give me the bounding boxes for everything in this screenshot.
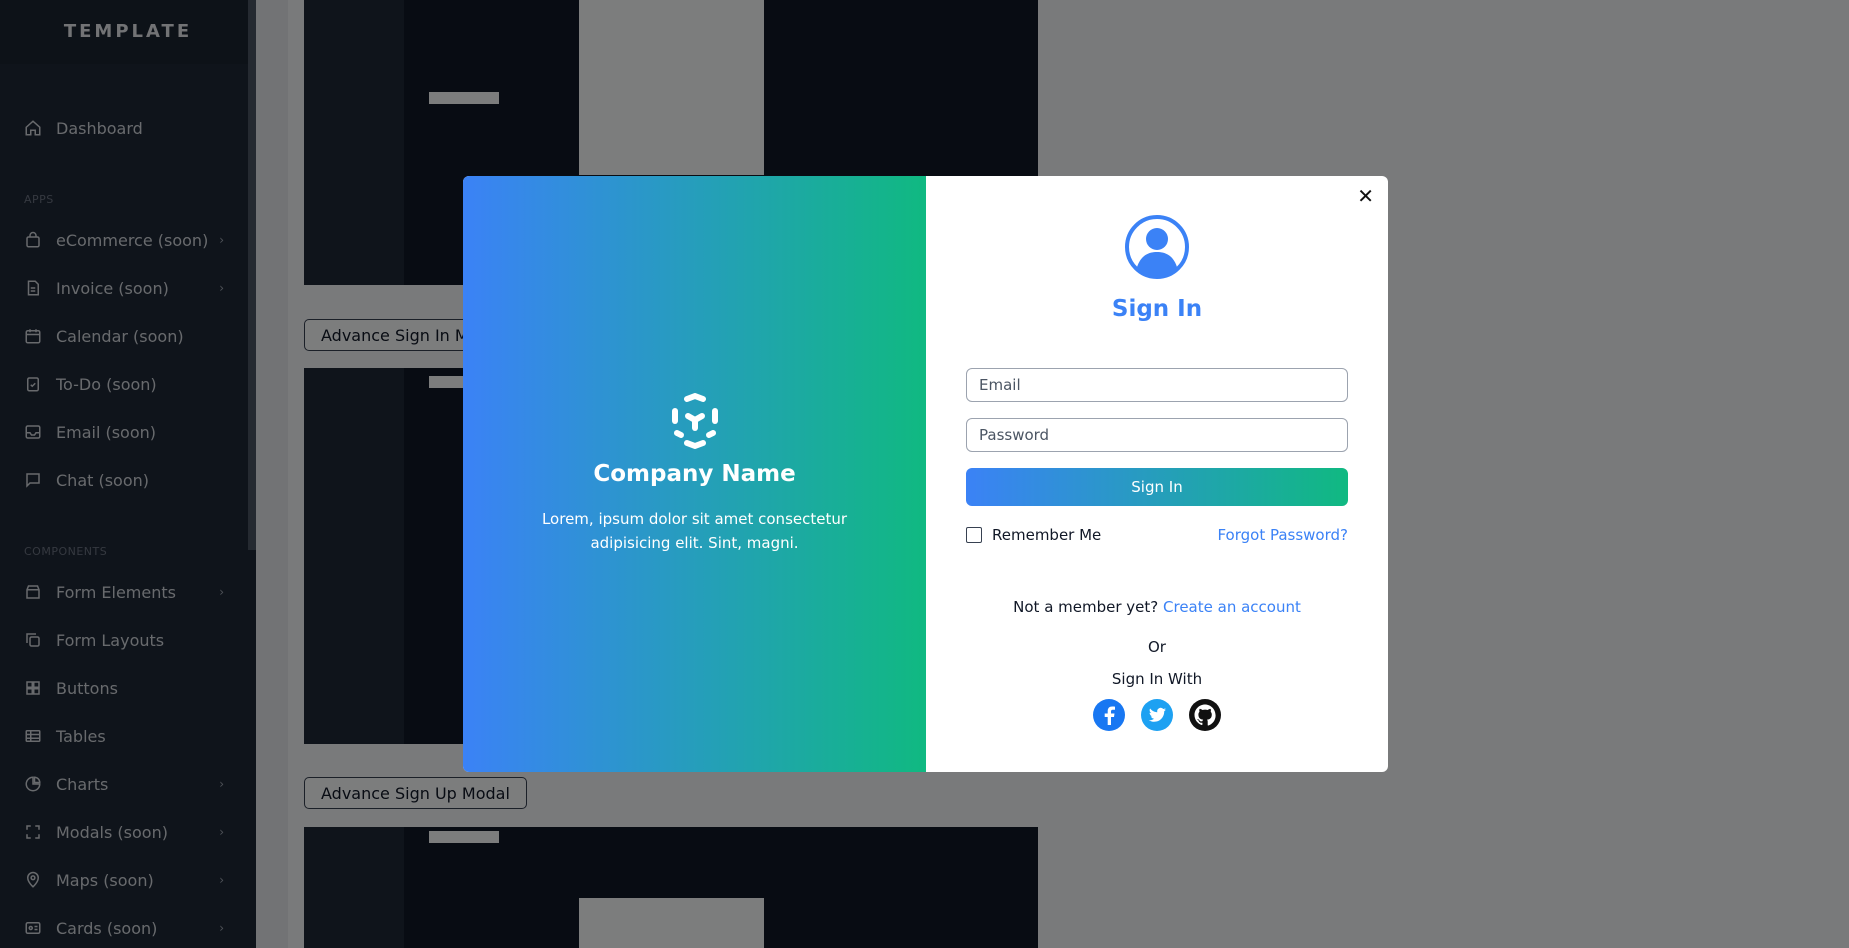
company-description: Lorem, ipsum dolor sit amet consectetur … bbox=[541, 510, 848, 552]
sign-in-title: Sign In bbox=[1111, 296, 1203, 322]
sign-in-button[interactable]: Sign In bbox=[966, 468, 1348, 506]
close-icon[interactable]: ✕ bbox=[1357, 184, 1374, 208]
remember-me-label: Remember Me bbox=[992, 526, 1102, 544]
remember-me[interactable]: Remember Me bbox=[966, 526, 1101, 544]
social-login bbox=[1092, 698, 1222, 732]
remember-me-checkbox[interactable] bbox=[966, 527, 982, 543]
not-member-text: Not a member yet? bbox=[1013, 598, 1159, 616]
modal-brand-panel: Company Name Lorem, ipsum dolor sit amet… bbox=[463, 176, 926, 772]
sign-in-form-panel: ✕ Sign In Sign In Remember Me Forgot Pas… bbox=[926, 176, 1388, 772]
signup-prompt: Not a member yet? Create an account bbox=[926, 598, 1388, 616]
password-field[interactable] bbox=[966, 418, 1348, 452]
facebook-icon[interactable] bbox=[1092, 698, 1126, 732]
create-account-link[interactable]: Create an account bbox=[1163, 598, 1301, 616]
or-divider: Or bbox=[1148, 638, 1166, 656]
sign-in-with-label: Sign In With bbox=[1111, 670, 1203, 688]
company-name: Company Name bbox=[593, 461, 796, 487]
sign-in-modal: Company Name Lorem, ipsum dolor sit amet… bbox=[463, 176, 1388, 772]
company-logo-icon bbox=[669, 393, 721, 449]
github-icon[interactable] bbox=[1188, 698, 1222, 732]
user-avatar-icon bbox=[1125, 215, 1189, 279]
email-field[interactable] bbox=[966, 368, 1348, 402]
forgot-password-link[interactable]: Forgot Password? bbox=[1217, 526, 1348, 544]
twitter-icon[interactable] bbox=[1140, 698, 1174, 732]
